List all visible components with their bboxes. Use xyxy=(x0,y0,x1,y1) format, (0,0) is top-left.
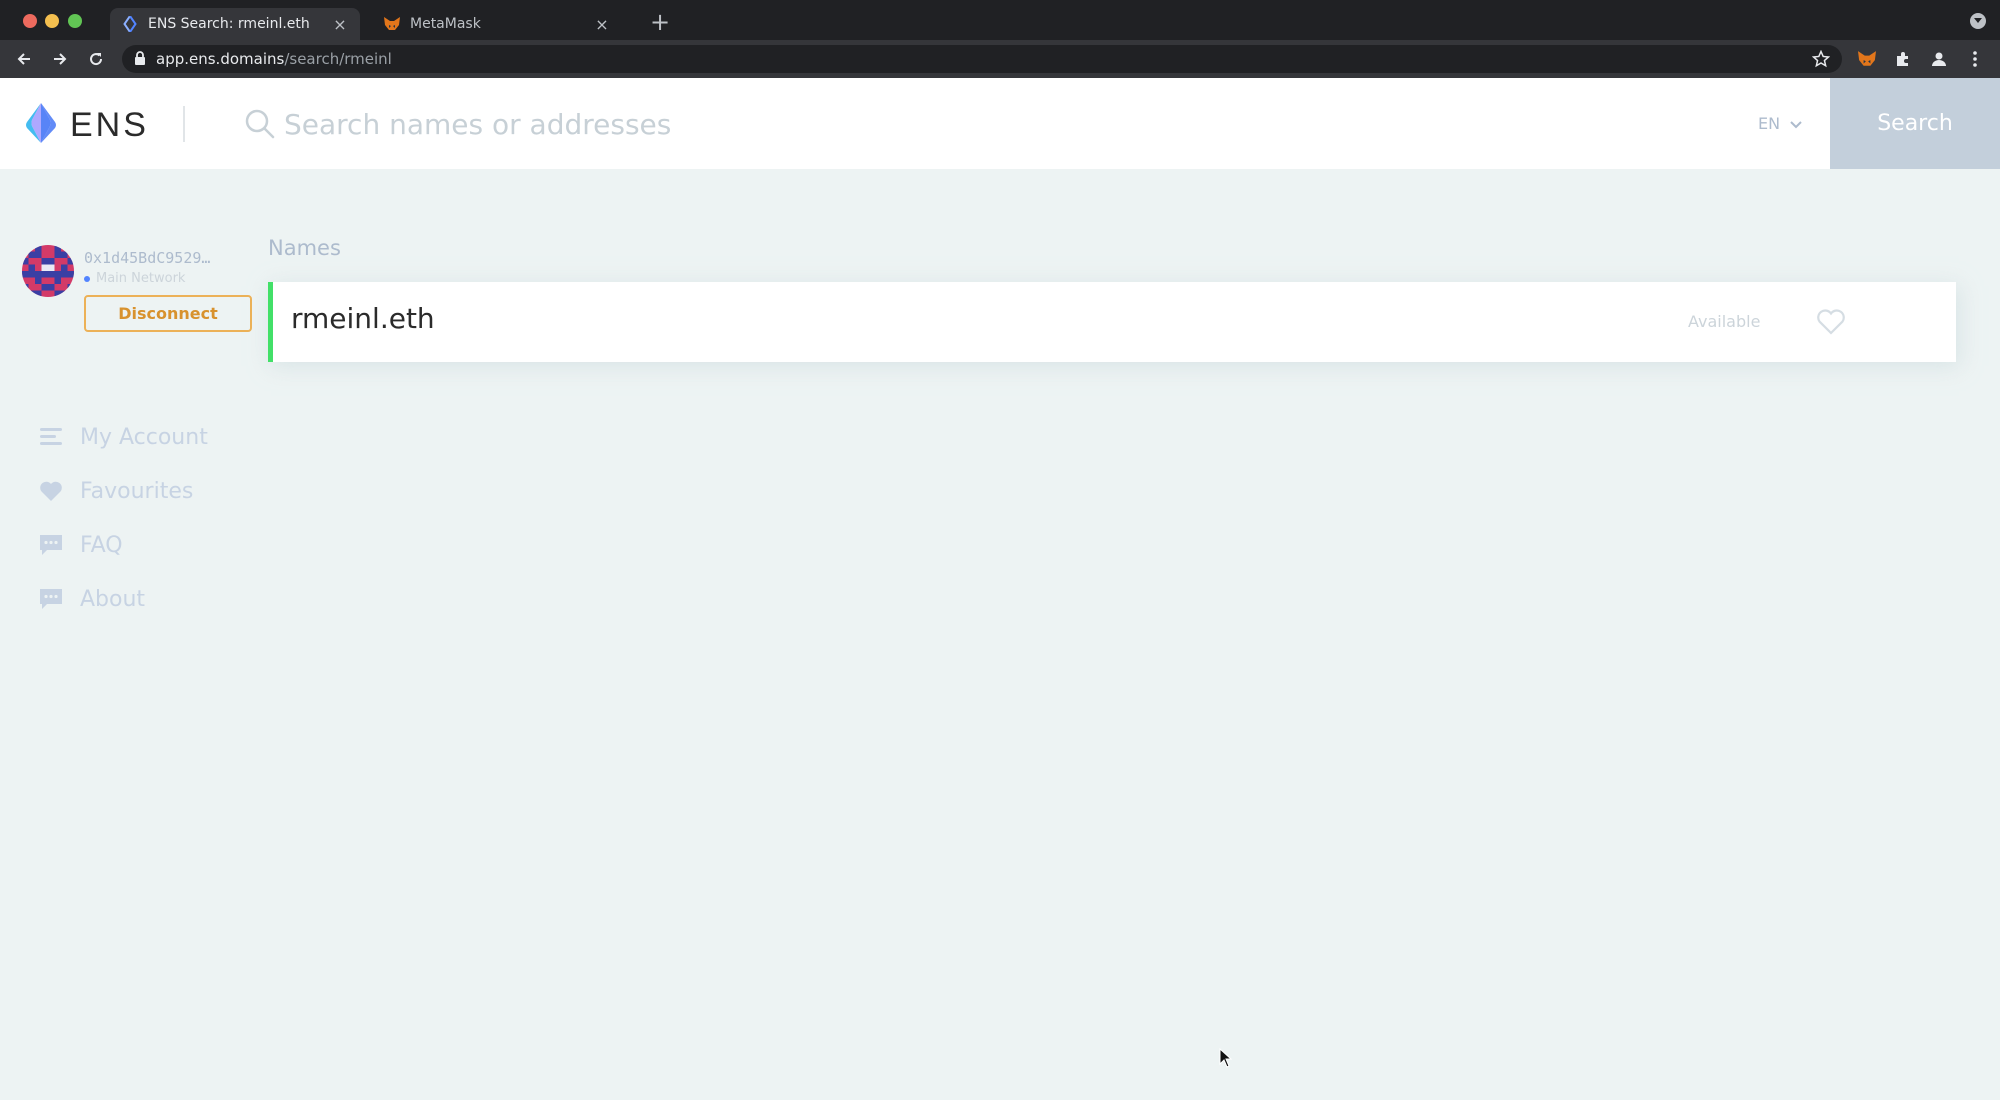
forward-arrow-icon[interactable] xyxy=(48,47,72,71)
ens-logo-text: ENS xyxy=(70,105,149,144)
minimize-window-button[interactable] xyxy=(45,14,59,28)
browser-toolbar: app.ens.domains/search/rmeinl xyxy=(0,40,2000,78)
sidebar-item-my-account[interactable]: My Account xyxy=(38,422,208,452)
close-tab-icon[interactable]: × xyxy=(332,15,348,34)
app-header: ENS EN Search xyxy=(0,78,2000,169)
ens-logo[interactable]: ENS xyxy=(22,102,149,148)
account-list-icon xyxy=(38,424,64,450)
domain-name: rmeinl.eth xyxy=(291,302,435,335)
browser-menu-icon[interactable] xyxy=(1964,48,1986,70)
metamask-extension-icon[interactable] xyxy=(1856,48,1878,70)
tab-title: MetaMask xyxy=(410,16,481,32)
back-arrow-icon[interactable] xyxy=(12,47,36,71)
wallet-address: 0x1d45BdC9529… xyxy=(84,249,211,267)
header-divider xyxy=(183,106,185,142)
lock-icon[interactable] xyxy=(134,50,146,69)
browser-tab-ens-search[interactable]: ENS Search: rmeinl.eth × xyxy=(110,8,360,40)
reload-icon[interactable] xyxy=(84,47,108,71)
chat-bubble-icon xyxy=(38,586,64,612)
profile-icon[interactable] xyxy=(1928,48,1950,70)
avatar xyxy=(22,245,74,297)
sidebar-item-faq[interactable]: FAQ xyxy=(38,530,123,560)
mouse-cursor-icon xyxy=(1219,1047,1233,1072)
sidebar-item-favourites[interactable]: Favourites xyxy=(38,476,193,506)
browser-tab-bar: ENS Search: rmeinl.eth × MetaMask × + xyxy=(0,0,2000,40)
sidebar-item-about[interactable]: About xyxy=(38,584,145,614)
close-window-button[interactable] xyxy=(23,14,37,28)
sidebar-item-label: About xyxy=(80,586,146,612)
maximize-window-button[interactable] xyxy=(68,14,82,28)
sidebar-item-label: Favourites xyxy=(80,478,194,504)
new-tab-button[interactable]: + xyxy=(650,9,670,35)
search-icon xyxy=(244,108,276,144)
metamask-fox-icon xyxy=(384,16,400,32)
favourite-heart-icon[interactable] xyxy=(1816,309,1846,339)
close-tab-icon[interactable]: × xyxy=(594,15,610,34)
tab-search-icon[interactable] xyxy=(1970,13,1986,29)
names-heading: Names xyxy=(268,236,341,260)
network-label: Main Network xyxy=(96,271,186,286)
disconnect-button[interactable]: Disconnect xyxy=(84,295,252,332)
tab-title: ENS Search: rmeinl.eth xyxy=(148,16,310,32)
search-input[interactable] xyxy=(284,102,1584,146)
url-host: app.ens.domains xyxy=(156,50,285,68)
name-result-card[interactable]: rmeinl.eth Available xyxy=(268,282,1956,362)
network-status: Main Network xyxy=(84,271,185,286)
extensions-puzzle-icon[interactable] xyxy=(1892,48,1914,70)
chevron-down-icon xyxy=(1790,114,1802,133)
language-selector[interactable]: EN xyxy=(1758,114,1802,133)
availability-status: Available xyxy=(1688,312,1761,331)
heart-icon xyxy=(38,478,64,504)
ens-icon xyxy=(122,16,138,32)
network-dot-icon xyxy=(84,275,90,282)
browser-tab-metamask[interactable]: MetaMask × xyxy=(372,8,622,40)
url-path: /search/rmeinl xyxy=(284,50,392,68)
ens-app: ENS EN Search xyxy=(0,78,2000,1100)
ens-logo-icon xyxy=(22,102,60,148)
language-label: EN xyxy=(1758,114,1781,133)
chat-bubble-icon xyxy=(38,532,64,558)
sidebar-item-label: My Account xyxy=(80,424,208,450)
search-button[interactable]: Search xyxy=(1830,78,2000,169)
bookmark-star-icon[interactable] xyxy=(1811,49,1831,72)
sidebar-item-label: FAQ xyxy=(80,532,123,558)
address-bar[interactable]: app.ens.domains/search/rmeinl xyxy=(122,45,1842,73)
